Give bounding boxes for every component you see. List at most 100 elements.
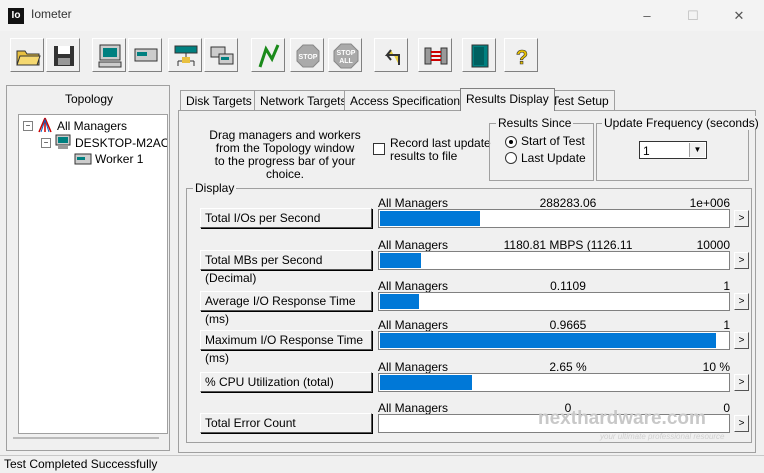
metric-button-max-response[interactable]: Maximum I/O Response Time (ms) xyxy=(200,330,372,365)
duplicate-worker-button[interactable] xyxy=(204,38,238,72)
tab-results-display[interactable]: Results Display xyxy=(460,88,555,111)
results-since-title: Results Since xyxy=(496,116,574,130)
metric-button-total-ios[interactable]: Total I/Os per Second xyxy=(200,208,372,228)
toolbar: STOP STOP ALL ? xyxy=(0,33,764,77)
network-target-icon xyxy=(174,45,198,66)
exit-door-icon xyxy=(471,44,489,68)
topology-tree[interactable]: − All Managers − DESKTOP-M2AO6 Worker 1 xyxy=(18,114,168,434)
progress-fill xyxy=(380,294,419,309)
watermark-tagline: your ultimate professional resource xyxy=(600,432,725,441)
progress-fill xyxy=(380,211,480,226)
svg-text:STOP: STOP xyxy=(337,50,356,57)
worker-disk-icon xyxy=(74,153,92,165)
network-worker-icon xyxy=(134,48,158,62)
reset-arrow-icon xyxy=(384,49,400,65)
stop-button[interactable]: STOP xyxy=(290,38,324,72)
window-title: Iometer xyxy=(31,7,72,21)
open-config-button[interactable] xyxy=(10,38,44,72)
row-arrow-button[interactable]: > xyxy=(734,332,749,349)
row-arrow-button[interactable]: > xyxy=(734,293,749,310)
tab-network-targets[interactable]: Network Targets xyxy=(254,90,353,111)
iometer-app-icon: Io xyxy=(8,8,24,24)
record-results-checkbox[interactable] xyxy=(373,143,385,155)
status-text: Test Completed Successfully xyxy=(4,457,158,471)
progress-bar[interactable] xyxy=(378,251,730,270)
tab-access-specifications[interactable]: Access Specifications xyxy=(344,90,473,111)
topology-scrollbar[interactable] xyxy=(13,437,159,439)
floppy-disk-icon xyxy=(54,46,74,66)
row-max: 1 xyxy=(723,318,730,332)
disconnect-icon xyxy=(424,47,448,65)
row-manager: All Managers xyxy=(378,360,449,374)
row-value: 2.65 % xyxy=(549,360,587,374)
minimize-button[interactable]: – xyxy=(624,0,670,31)
all-managers-icon xyxy=(38,117,52,133)
disconnect-managers-button[interactable] xyxy=(418,38,452,72)
progress-fill xyxy=(380,375,472,390)
green-flag-icon xyxy=(258,44,280,68)
row-value: 0.9665 xyxy=(549,318,587,332)
stop-all-icon: STOPALL xyxy=(333,43,359,69)
update-frequency-select[interactable]: 1 ▼ xyxy=(639,141,707,159)
about-button[interactable]: ? xyxy=(504,38,538,72)
record-results-label: Record last update results to file xyxy=(390,137,491,163)
row-max: 1 xyxy=(723,279,730,293)
reset-workers-button[interactable] xyxy=(374,38,408,72)
start-tests-button[interactable] xyxy=(251,38,285,72)
metric-button-avg-response[interactable]: Average I/O Response Time (ms) xyxy=(200,291,372,326)
display-title: Display xyxy=(193,181,237,195)
record-label-line-2: results to file xyxy=(390,149,458,163)
svg-text:ALL: ALL xyxy=(339,58,353,65)
metric-button-error-count[interactable]: Total Error Count xyxy=(200,413,372,433)
stop-icon: STOP xyxy=(296,44,320,68)
update-frequency-value: 1 xyxy=(643,144,650,158)
start-network-target-button[interactable] xyxy=(168,38,202,72)
radio-start-of-test[interactable] xyxy=(505,136,517,148)
row-value: 0.1109 xyxy=(550,279,586,293)
progress-bar[interactable] xyxy=(378,292,730,311)
row-manager: All Managers xyxy=(378,401,449,415)
drag-instructions: Drag managers and workers from the Topol… xyxy=(198,129,372,181)
progress-bar[interactable] xyxy=(378,331,730,350)
status-bar: Test Completed Successfully xyxy=(0,455,764,473)
manager-computer-icon xyxy=(55,134,71,149)
topology-heading: Topology xyxy=(64,92,114,106)
tab-test-setup[interactable]: Test Setup xyxy=(546,90,615,111)
start-network-worker-button[interactable] xyxy=(128,38,162,72)
svg-text:?: ? xyxy=(516,47,528,69)
row-value: 288283.06 xyxy=(539,196,597,210)
close-button[interactable]: ✕ xyxy=(716,0,762,31)
watermark-logo: nexthardware.com xyxy=(538,408,706,429)
tree-item-all-managers[interactable]: All Managers xyxy=(57,119,127,133)
progress-bar[interactable] xyxy=(378,209,730,228)
start-disk-worker-button[interactable] xyxy=(92,38,126,72)
collapse-all-managers[interactable]: − xyxy=(23,121,33,131)
row-max: 10000 xyxy=(696,238,730,252)
progress-fill xyxy=(380,253,421,268)
tree-item-manager[interactable]: DESKTOP-M2AO6 xyxy=(75,136,167,150)
metric-button-total-mbs[interactable]: Total MBs per Second (Decimal) xyxy=(200,250,372,285)
exit-button[interactable] xyxy=(462,38,496,72)
maximize-button[interactable]: ☐ xyxy=(670,0,716,31)
metric-button-cpu-utilization[interactable]: % CPU Utilization (total) xyxy=(200,372,372,392)
save-config-button[interactable] xyxy=(46,38,80,72)
radio-last-update-label: Last Update xyxy=(521,151,586,165)
row-max: 0 xyxy=(723,401,730,415)
progress-bar[interactable] xyxy=(378,373,730,392)
update-frequency-title: Update Frequency (seconds) xyxy=(602,116,761,130)
progress-fill xyxy=(380,333,716,348)
radio-start-of-test-label: Start of Test xyxy=(521,134,585,148)
row-arrow-button[interactable]: > xyxy=(734,252,749,269)
drag-line-3: to the progress bar of your choice. xyxy=(214,154,356,181)
row-arrow-button[interactable]: > xyxy=(734,415,749,432)
row-manager: All Managers xyxy=(378,318,449,332)
tree-item-worker[interactable]: Worker 1 xyxy=(95,152,143,166)
collapse-manager[interactable]: − xyxy=(41,138,51,148)
chevron-down-icon[interactable]: ▼ xyxy=(689,143,705,157)
row-arrow-button[interactable]: > xyxy=(734,374,749,391)
row-manager: All Managers xyxy=(378,238,449,252)
radio-last-update[interactable] xyxy=(505,152,517,164)
row-arrow-button[interactable]: > xyxy=(734,210,749,227)
tab-disk-targets[interactable]: Disk Targets xyxy=(180,90,258,111)
stop-all-button[interactable]: STOP ALL xyxy=(328,38,362,72)
